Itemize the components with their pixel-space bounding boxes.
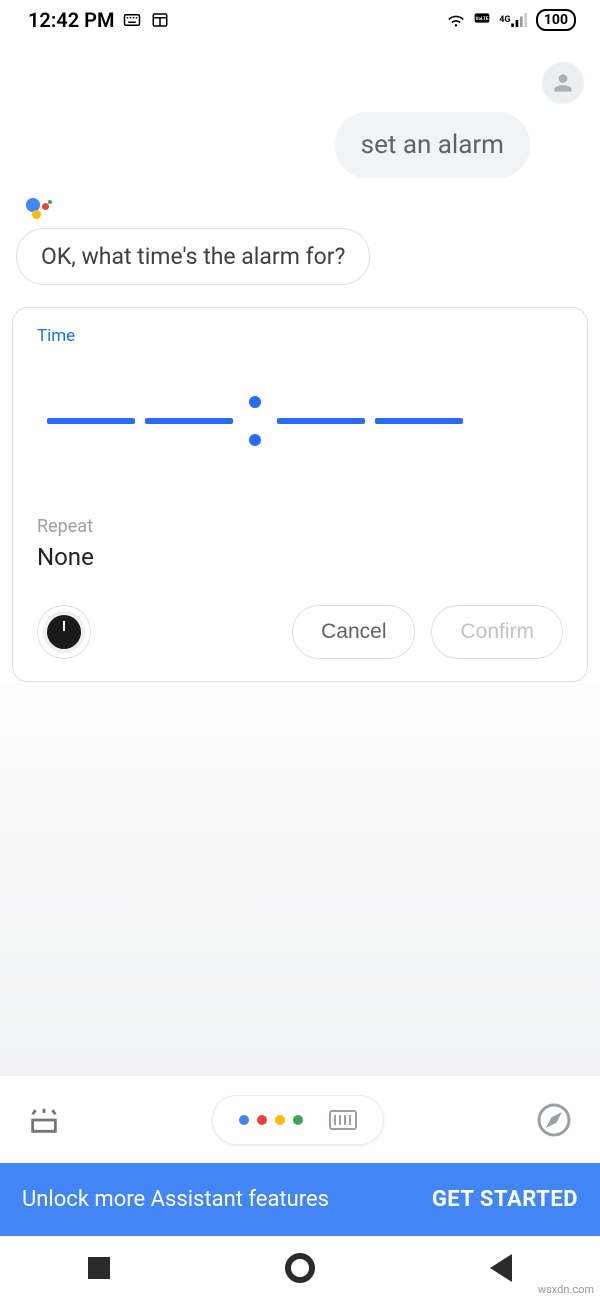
assistant-logo-icon xyxy=(26,196,52,222)
time-picker[interactable] xyxy=(37,396,563,446)
minute-tens-slot[interactable] xyxy=(277,418,365,424)
alarm-card: Time Repeat None Cancel Confirm xyxy=(12,307,588,682)
promo-banner[interactable]: Unlock more Assistant features GET START… xyxy=(0,1163,600,1236)
svg-text:VoLTE: VoLTE xyxy=(475,16,488,22)
clock-app-button[interactable] xyxy=(37,605,91,659)
time-colon xyxy=(249,396,261,446)
hour-ones-slot[interactable] xyxy=(145,418,233,424)
user-message-bubble: set an alarm xyxy=(335,112,530,178)
promo-text: Unlock more Assistant features xyxy=(22,1187,329,1212)
recents-button[interactable] xyxy=(88,1257,110,1279)
promo-cta-button[interactable]: GET STARTED xyxy=(432,1187,578,1212)
time-label: Time xyxy=(37,326,563,346)
repeat-label: Repeat xyxy=(37,516,563,537)
status-bar: 12:42 PM VoLTE 4G 100 xyxy=(0,0,600,36)
volte-icon: VoLTE xyxy=(472,11,492,29)
news-status-icon xyxy=(150,11,170,29)
signal-icon: 4G xyxy=(498,11,530,29)
status-time: 12:42 PM xyxy=(28,8,114,32)
assistant-voice-pill[interactable] xyxy=(212,1095,384,1145)
repeat-value[interactable]: None xyxy=(37,543,563,571)
assistant-input-bar xyxy=(0,1076,600,1163)
minute-ones-slot[interactable] xyxy=(375,418,463,424)
conversation-area: set an alarm OK, what time's the alarm f… xyxy=(0,36,600,307)
clock-icon xyxy=(47,615,81,649)
assistant-dots-icon xyxy=(239,1115,303,1125)
home-button[interactable] xyxy=(286,1254,314,1282)
user-avatar[interactable] xyxy=(542,62,584,104)
system-navbar xyxy=(0,1236,600,1300)
keyboard-status-icon xyxy=(122,11,142,29)
watermark: wsxdn.com xyxy=(538,1283,594,1296)
battery-indicator: 100 xyxy=(536,9,576,31)
explore-icon[interactable] xyxy=(534,1100,574,1140)
empty-area xyxy=(0,682,600,1076)
hour-tens-slot[interactable] xyxy=(47,418,135,424)
keyboard-icon[interactable] xyxy=(329,1110,357,1130)
wifi-icon xyxy=(446,11,466,29)
cancel-button[interactable]: Cancel xyxy=(292,605,415,659)
confirm-button[interactable]: Confirm xyxy=(431,605,563,659)
lens-icon[interactable] xyxy=(26,1102,62,1138)
back-button[interactable] xyxy=(490,1254,512,1282)
assistant-message-bubble: OK, what time's the alarm for? xyxy=(16,228,370,285)
